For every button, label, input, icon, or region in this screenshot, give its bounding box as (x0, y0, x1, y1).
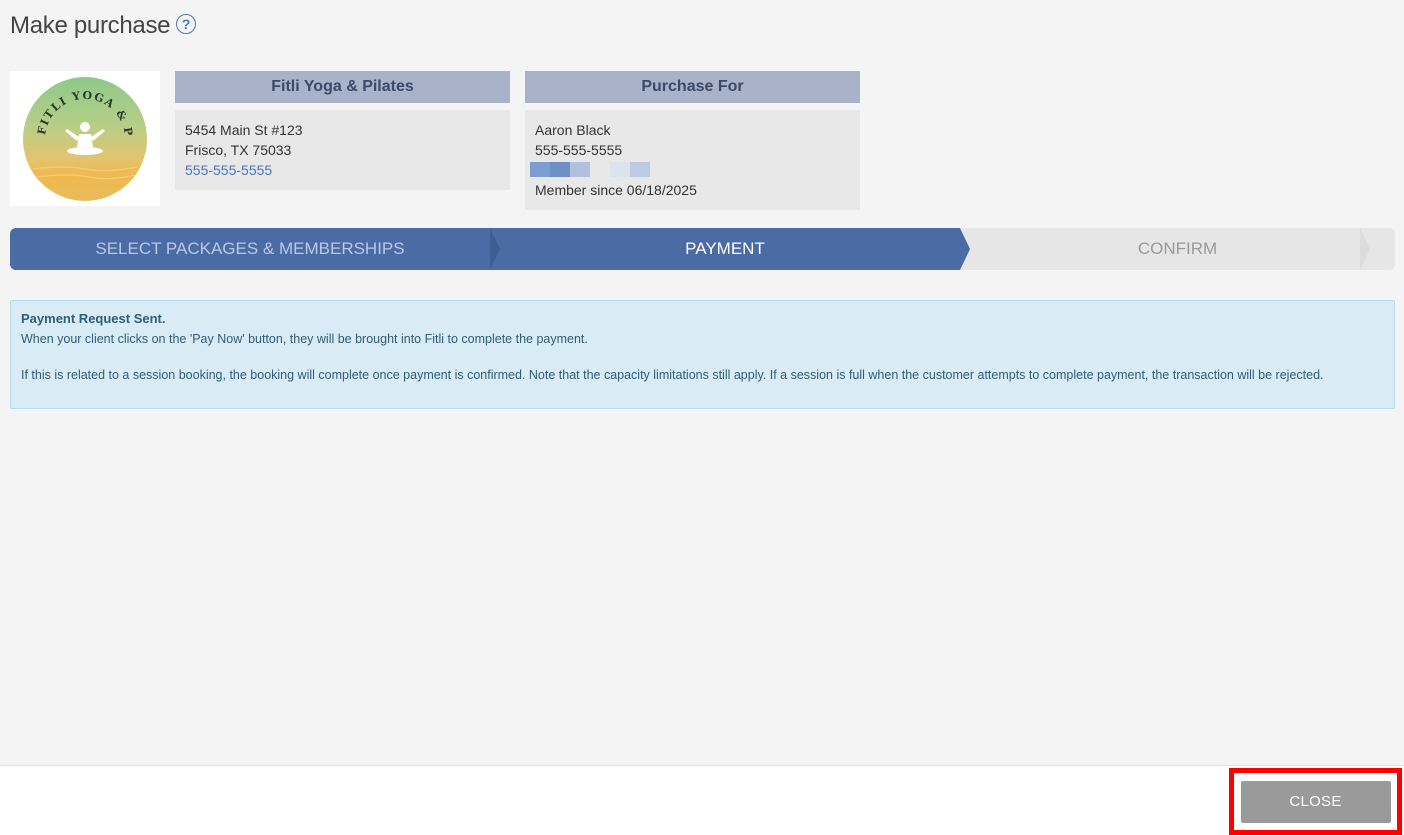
step-divider (1360, 228, 1370, 270)
logo-circle: FITLI YOGA & PILATES (23, 76, 147, 201)
close-highlight: CLOSE (1229, 768, 1402, 835)
studio-logo: FITLI YOGA & PILATES (10, 71, 160, 206)
meditation-figure-icon (65, 121, 105, 155)
logo-text: FITLI YOGA & PILATES (23, 77, 135, 138)
studio-card-header: Fitli Yoga & Pilates (175, 71, 510, 103)
client-phone: 555-555-5555 (535, 142, 623, 158)
purchase-for-card: Purchase For Aaron Black 555-555-5555 Me… (525, 71, 860, 210)
close-button[interactable]: CLOSE (1240, 780, 1391, 823)
client-name: Aaron Black (535, 122, 611, 138)
studio-address-line2: Frisco, TX 75033 (185, 142, 292, 158)
studio-phone-link[interactable]: 555-555-5555 (185, 160, 500, 180)
alert-title: Payment Request Sent. (21, 311, 166, 326)
page-header: Make purchase ? (10, 12, 197, 40)
checkout-steps: CONFIRM PAYMENT SELECT PACKAGES & MEMBER… (10, 228, 1395, 270)
step-divider (960, 228, 970, 270)
step-payment: PAYMENT (490, 228, 960, 270)
redacted-info (530, 162, 850, 177)
step-confirm: CONFIRM (960, 228, 1395, 270)
studio-card: Fitli Yoga & Pilates 5454 Main St #123 F… (175, 71, 510, 190)
purchase-for-header: Purchase For (525, 71, 860, 103)
purchase-for-body: Aaron Black 555-555-5555 Member since 06… (525, 110, 860, 210)
member-since: Member since 06/18/2025 (535, 182, 697, 198)
studio-card-body: 5454 Main St #123 Frisco, TX 75033 555-5… (175, 110, 510, 190)
step-divider (490, 228, 500, 270)
footer-bar: CLOSE (0, 765, 1404, 835)
logo-graphic: FITLI YOGA & PILATES (23, 77, 138, 179)
alert-message-1: When your client clicks on the 'Pay Now'… (21, 332, 588, 346)
step-select-packages[interactable]: SELECT PACKAGES & MEMBERSHIPS (10, 228, 490, 270)
alert-message-2: If this is related to a session booking,… (21, 368, 1324, 382)
studio-address-line1: 5454 Main St #123 (185, 122, 303, 138)
payment-request-alert: Payment Request Sent. When your client c… (10, 300, 1395, 409)
page-title: Make purchase (10, 12, 171, 39)
help-icon[interactable]: ? (176, 14, 197, 34)
